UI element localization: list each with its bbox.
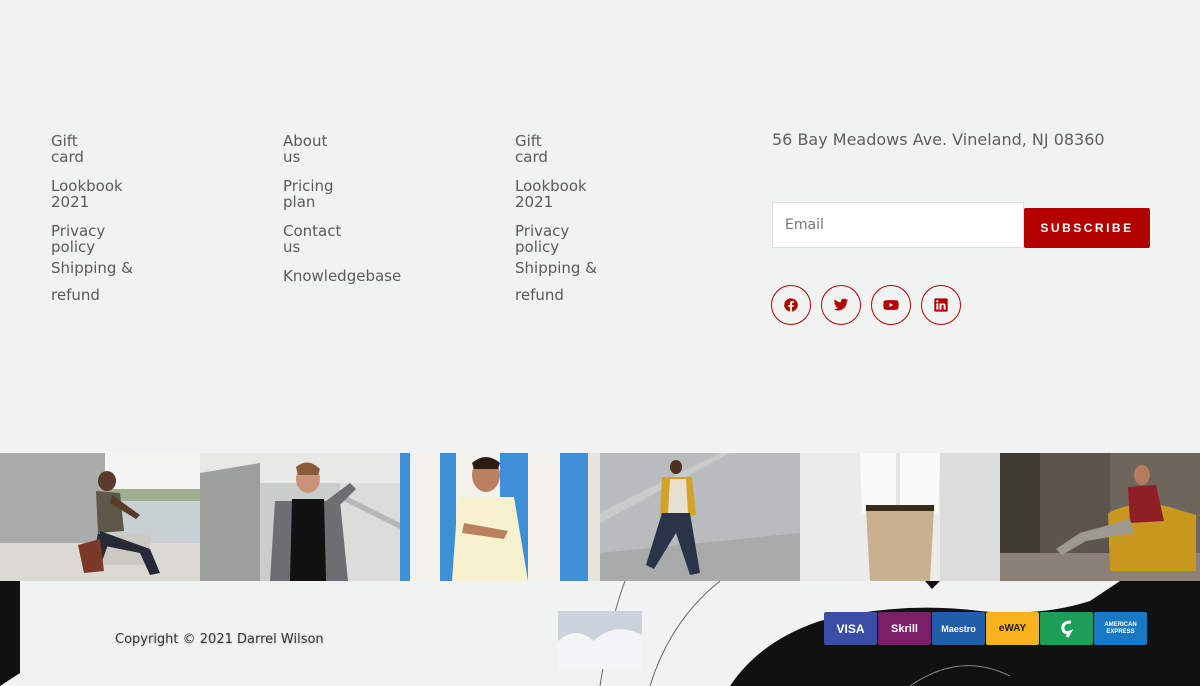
footer-link-knowledgebase[interactable]: Knowledgebase <box>283 268 483 284</box>
gallery-photo[interactable] <box>0 453 200 581</box>
payment-methods: VISA Skrill Maestro eWAY AMERICAN EXPRES… <box>824 612 1147 645</box>
footer-top: Gift card Lookbook 2021 Privacy policy S… <box>0 0 1200 453</box>
plus-icon[interactable] <box>1158 582 1178 602</box>
gallery-photo[interactable] <box>1000 453 1200 581</box>
footer-link-shipping[interactable]: Shipping & refund <box>515 255 715 309</box>
footer-address: 56 Bay Meadows Ave. Vineland, NJ 08360 <box>772 130 1105 149</box>
plus-icon[interactable] <box>1158 618 1178 638</box>
footer-link-contact[interactable]: Contact us <box>283 223 483 255</box>
gallery-photo[interactable] <box>200 453 400 581</box>
footer-column-2: About us Pricing plan Contact us Knowled… <box>283 133 483 284</box>
footer-link-pricing[interactable]: Pricing plan <box>283 178 483 210</box>
sage-card <box>1040 612 1093 645</box>
eway-card: eWAY <box>986 612 1039 645</box>
footer-link-shipping[interactable]: Shipping & refund <box>51 255 251 309</box>
footer-link-gift-card[interactable]: Gift card <box>515 133 715 165</box>
facebook-link[interactable] <box>771 285 811 325</box>
footer-link-privacy[interactable]: Privacy policy <box>51 223 251 255</box>
maestro-card: Maestro <box>932 612 985 645</box>
sage-icon <box>1060 620 1073 638</box>
gallery-photo[interactable] <box>600 453 800 581</box>
subscribe-button[interactable]: SUBSCRIBE <box>1024 208 1150 248</box>
footer-bottom: Copyright © 2021 Darrel Wilson VISA Skri… <box>0 581 1200 686</box>
footer-column-1: Gift card Lookbook 2021 Privacy policy S… <box>51 133 251 309</box>
visa-card: VISA <box>824 612 877 645</box>
email-input[interactable] <box>772 202 1024 248</box>
instagram-gallery <box>0 453 1200 581</box>
plus-icon[interactable] <box>1158 653 1178 673</box>
twitter-icon <box>833 298 849 311</box>
amex-card: AMERICAN EXPRESS <box>1094 612 1147 645</box>
footer-column-3: Gift card Lookbook 2021 Privacy policy S… <box>515 133 715 309</box>
linkedin-icon <box>934 298 948 312</box>
twitter-link[interactable] <box>821 285 861 325</box>
copyright-text: Copyright © 2021 Darrel Wilson <box>115 632 324 647</box>
footer-link-privacy[interactable]: Privacy policy <box>515 223 715 255</box>
youtube-icon <box>883 300 899 310</box>
image-placeholder-icon <box>558 611 642 669</box>
facebook-icon <box>784 298 798 312</box>
gallery-photo[interactable] <box>400 453 600 581</box>
gallery-photo[interactable] <box>800 453 1000 581</box>
footer-link-gift-card[interactable]: Gift card <box>51 133 251 165</box>
skrill-card: Skrill <box>878 612 931 645</box>
footer-link-lookbook[interactable]: Lookbook 2021 <box>515 178 715 210</box>
linkedin-link[interactable] <box>921 285 961 325</box>
footer-link-lookbook[interactable]: Lookbook 2021 <box>51 178 251 210</box>
footer-link-about[interactable]: About us <box>283 133 483 165</box>
youtube-link[interactable] <box>871 285 911 325</box>
